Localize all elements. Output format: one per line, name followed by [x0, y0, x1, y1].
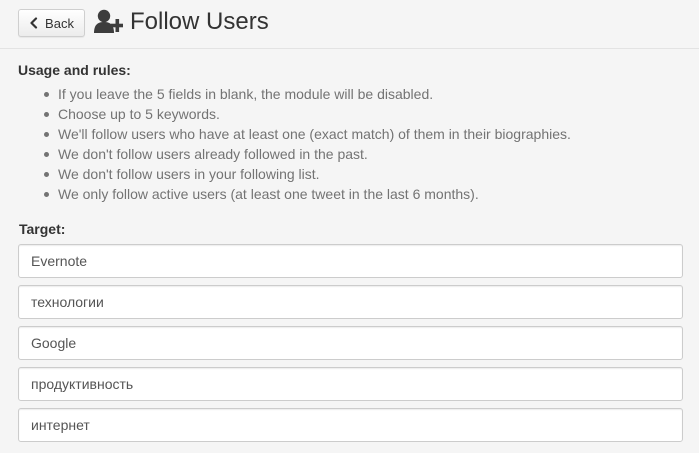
target-label: Target:: [19, 221, 66, 237]
keyword-input-5[interactable]: [18, 408, 683, 442]
back-button[interactable]: Back: [18, 9, 85, 37]
rule-item: If you leave the 5 fields in blank, the …: [18, 84, 688, 104]
back-button-label: Back: [45, 15, 74, 31]
keyword-input-3[interactable]: [18, 326, 683, 360]
rule-item: We only follow active users (at least on…: [18, 184, 688, 204]
page-title: Follow Users: [130, 8, 269, 35]
page-header: Back Follow Users: [0, 0, 699, 49]
keyword-input-2[interactable]: [18, 285, 683, 319]
usage-heading: Usage and rules:: [18, 62, 131, 78]
user-plus-icon: [94, 9, 123, 33]
rule-item: We don't follow users already followed i…: [18, 144, 688, 164]
rule-item: We don't follow users in your following …: [18, 164, 688, 184]
rule-item: We'll follow users who have at least one…: [18, 124, 688, 144]
rules-list: If you leave the 5 fields in blank, the …: [18, 84, 688, 204]
keyword-input-4[interactable]: [18, 367, 683, 401]
rule-item: Choose up to 5 keywords.: [18, 104, 688, 124]
keyword-input-1[interactable]: [18, 244, 683, 278]
chevron-left-icon: [30, 17, 38, 29]
